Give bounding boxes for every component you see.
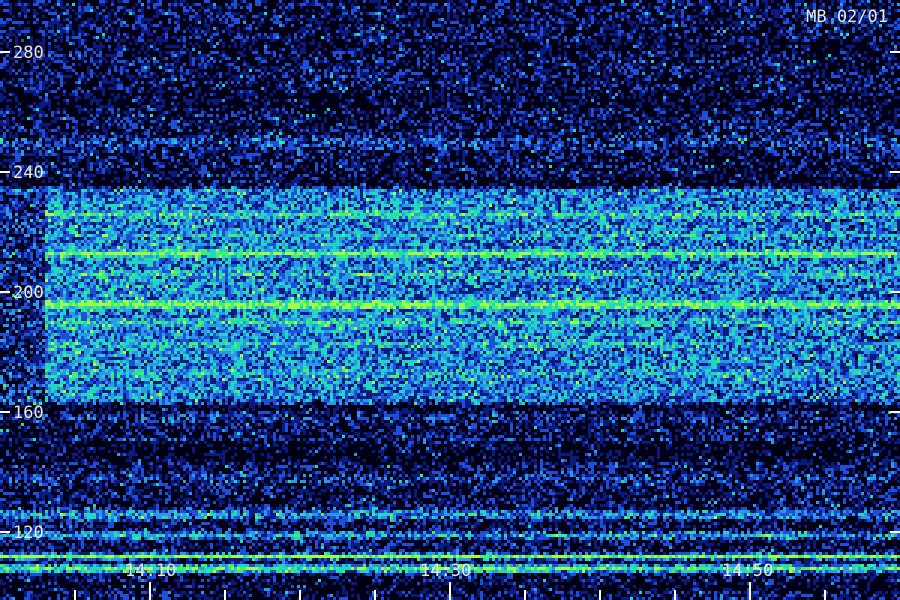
y-tick-label: 120 [13, 523, 44, 543]
spectrogram-display: 280 240 200 160 120 14:10 14:30 14:50 MB 02/01 [0, 0, 900, 600]
x-tick-label: 14:30 [420, 561, 471, 581]
y-tick-label: 200 [13, 283, 44, 303]
x-tick-label: 14:50 [722, 561, 773, 581]
spectrogram-chart: 280 240 200 160 120 14:10 14:30 14:50 MB 02/01 [0, 0, 900, 600]
chart-title: MB 02/01 [806, 7, 888, 27]
y-tick-label: 240 [13, 163, 44, 183]
y-tick-label: 160 [13, 403, 44, 423]
x-tick-label: 14:10 [125, 561, 176, 581]
y-tick-label: 280 [13, 43, 44, 63]
